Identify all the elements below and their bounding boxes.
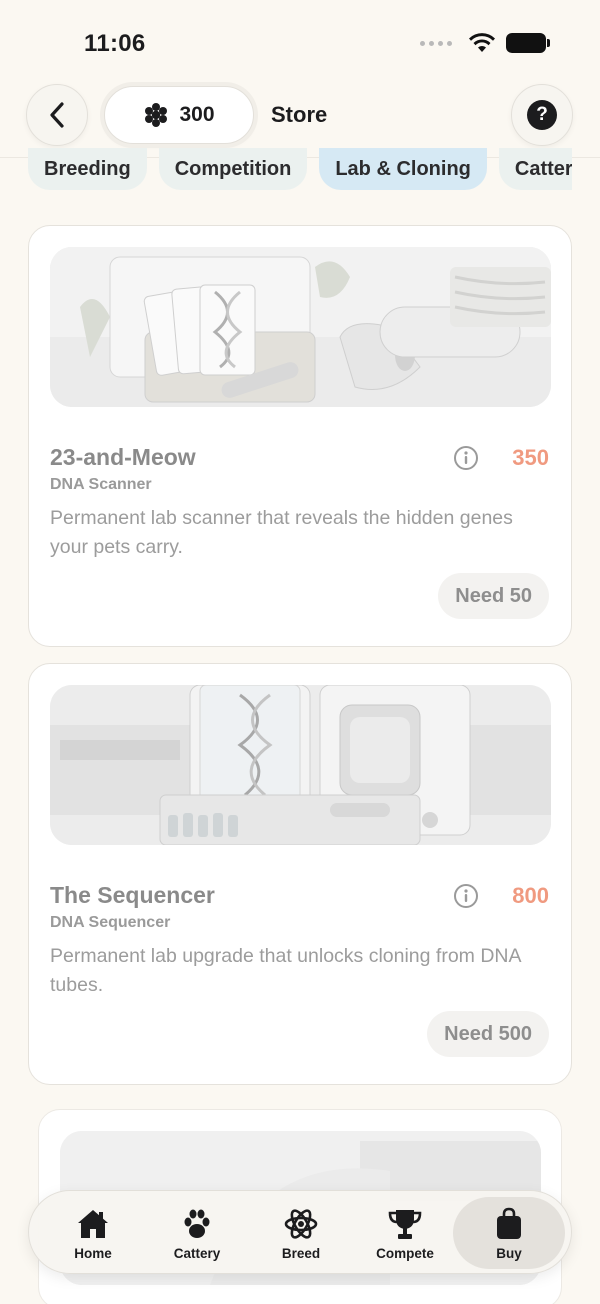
currency-amount: 300	[179, 103, 215, 126]
need-currency-button[interactable]: Need 50	[438, 573, 549, 619]
status-bar: 11:06	[0, 0, 600, 80]
product-card[interactable]: The Sequencer DNA Sequencer 800 Permanen…	[28, 663, 572, 1085]
bottom-navigation: Home Cattery Breed Compete Buy	[28, 1190, 572, 1274]
product-title: The Sequencer	[50, 882, 215, 908]
info-icon[interactable]	[453, 445, 479, 471]
battery-icon	[506, 33, 550, 53]
home-icon	[78, 1209, 108, 1238]
nav-label: Breed	[281, 1245, 321, 1261]
trophy-icon	[388, 1209, 422, 1239]
nav-label: Home	[74, 1245, 112, 1261]
nav-label: Cattery	[173, 1245, 221, 1261]
chevron-left-icon	[50, 102, 64, 128]
question-mark-icon: ?	[527, 100, 557, 130]
nav-compete[interactable]: Compete	[353, 1191, 457, 1275]
shopping-bag-icon	[497, 1207, 521, 1239]
need-currency-button[interactable]: Need 500	[427, 1011, 549, 1057]
product-subtitle: DNA Sequencer	[50, 914, 171, 931]
page-title: Store	[271, 102, 328, 127]
atom-icon	[284, 1208, 318, 1239]
product-price: 350	[512, 445, 549, 470]
currency-balance[interactable]: 300	[104, 86, 254, 144]
status-icons	[420, 32, 550, 54]
product-description: Permanent lab scanner that reveals the h…	[50, 507, 513, 558]
nav-label: Buy	[496, 1245, 522, 1261]
product-description: Permanent lab upgrade that unlocks cloni…	[50, 945, 521, 996]
product-price: 800	[512, 883, 549, 908]
nav-label: Compete	[376, 1245, 434, 1261]
header: 300 Store ?	[0, 84, 600, 148]
back-button[interactable]	[26, 84, 88, 146]
status-time: 11:06	[84, 30, 146, 57]
tab-breeding[interactable]: Breeding	[28, 148, 147, 190]
tab-competition[interactable]: Competition	[158, 148, 308, 190]
product-subtitle: DNA Scanner	[50, 476, 152, 493]
help-button[interactable]: ?	[511, 84, 573, 146]
wifi-icon	[469, 33, 495, 52]
nav-breed[interactable]: Breed	[249, 1191, 353, 1275]
product-card[interactable]: 23-and-Meow DNA Scanner 350 Permanent la…	[28, 225, 572, 647]
category-tabs: Breeding Competition Lab & Cloning Catte…	[28, 148, 572, 194]
nav-cattery[interactable]: Cattery	[145, 1191, 249, 1275]
tab-lab-cloning[interactable]: Lab & Cloning	[319, 148, 487, 190]
tab-cattery[interactable]: Cattery	[498, 148, 572, 190]
product-title: 23-and-Meow	[50, 444, 196, 470]
nav-home[interactable]: Home	[41, 1191, 145, 1275]
cellular-signal-icon	[420, 40, 452, 46]
product-image-dna-sequencer	[50, 685, 551, 845]
flower-icon	[145, 103, 168, 127]
info-icon[interactable]	[453, 883, 479, 909]
nav-buy[interactable]: Buy	[453, 1197, 565, 1269]
product-image-dna-scanner	[50, 247, 551, 407]
paw-icon	[184, 1209, 210, 1238]
